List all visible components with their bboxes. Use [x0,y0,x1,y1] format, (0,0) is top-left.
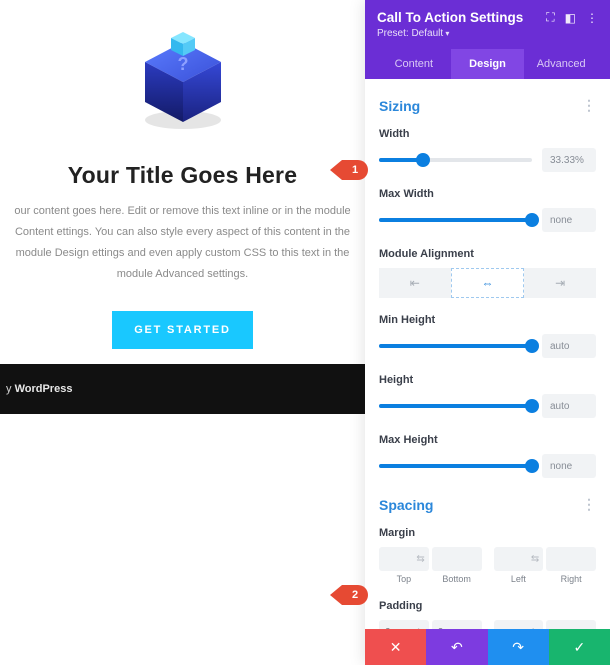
field-max-width: Max Width [379,188,596,232]
tab-advanced[interactable]: Advanced [524,49,598,79]
section-spacing[interactable]: Spacing ⋮ [379,496,596,513]
align-center-button[interactable]: ⇔ [451,268,525,298]
max-width-slider[interactable] [379,218,532,222]
panel-body: Sizing ⋮ Width Max Width Module Alignme [365,79,610,629]
panel-title: Call To Action Settings [377,10,523,25]
cta-button[interactable]: GET STARTED [112,311,253,349]
link-icon[interactable]: ⇆ [416,627,424,630]
link-icon[interactable]: ⇆ [531,627,539,630]
panel-tabs: Content Design Advanced [377,49,598,79]
preview-body: our content goes here. Edit or remove th… [0,201,365,285]
page-preview: ? Your Title Goes Here our content goes … [0,0,365,665]
menu-icon[interactable]: ⋮ [586,11,598,25]
align-left-button[interactable]: ⇤ [379,268,451,298]
field-width: Width [379,128,596,172]
field-max-height: Max Height [379,434,596,478]
undo-button[interactable]: ↶ [426,629,487,665]
snap-icon[interactable]: ◧ [565,11,576,25]
max-height-slider[interactable] [379,464,532,468]
width-slider[interactable] [379,158,532,162]
expand-icon[interactable]: ⛶ [546,10,554,25]
preview-title: Your Title Goes Here [0,162,365,189]
link-icon[interactable]: ⇆ [531,554,539,565]
field-module-alignment: Module Alignment ⇤ ⇔ ⇥ [379,248,596,298]
field-height: Height [379,374,596,418]
tab-content[interactable]: Content [377,49,451,79]
width-input[interactable] [542,148,596,172]
margin-right-input[interactable] [546,547,596,571]
height-slider[interactable] [379,404,532,408]
field-min-height: Min Height [379,314,596,358]
field-margin: Margin ⇆Top Bottom ⇆Left Right [379,527,596,584]
field-padding: Padding ⇆Top Bottom ⇆Left Right [379,600,596,629]
min-height-slider[interactable] [379,344,532,348]
padding-bottom-input[interactable] [432,620,482,629]
section-menu-icon[interactable]: ⋮ [582,496,596,513]
callout-marker-1: 1 [342,160,368,180]
discard-button[interactable]: ✕ [365,629,426,665]
footer-bar: y WordPress [0,364,365,414]
panel-actions: ✕ ↶ ↷ ✓ [365,629,610,665]
height-input[interactable] [542,394,596,418]
callout-marker-2: 2 [342,585,368,605]
max-height-input[interactable] [542,454,596,478]
preset-dropdown[interactable]: Preset: Default [377,28,598,39]
min-height-input[interactable] [542,334,596,358]
margin-bottom-input[interactable] [432,547,482,571]
alignment-segmented: ⇤ ⇔ ⇥ [379,268,596,298]
settings-panel: Call To Action Settings ⛶ ◧ ⋮ Preset: De… [365,0,610,665]
link-icon[interactable]: ⇆ [416,554,424,565]
tab-design[interactable]: Design [451,49,525,79]
redo-button[interactable]: ↷ [488,629,549,665]
hero-image: ? [0,0,365,132]
align-right-button[interactable]: ⇥ [524,268,596,298]
save-button[interactable]: ✓ [549,629,610,665]
cube-icon: ? [133,22,233,132]
panel-header: Call To Action Settings ⛶ ◧ ⋮ Preset: De… [365,0,610,79]
padding-right-input[interactable] [546,620,596,629]
footer-text: y WordPress [6,383,72,395]
max-width-input[interactable] [542,208,596,232]
section-sizing[interactable]: Sizing ⋮ [379,97,596,114]
svg-text:?: ? [177,54,188,74]
section-menu-icon[interactable]: ⋮ [582,97,596,114]
